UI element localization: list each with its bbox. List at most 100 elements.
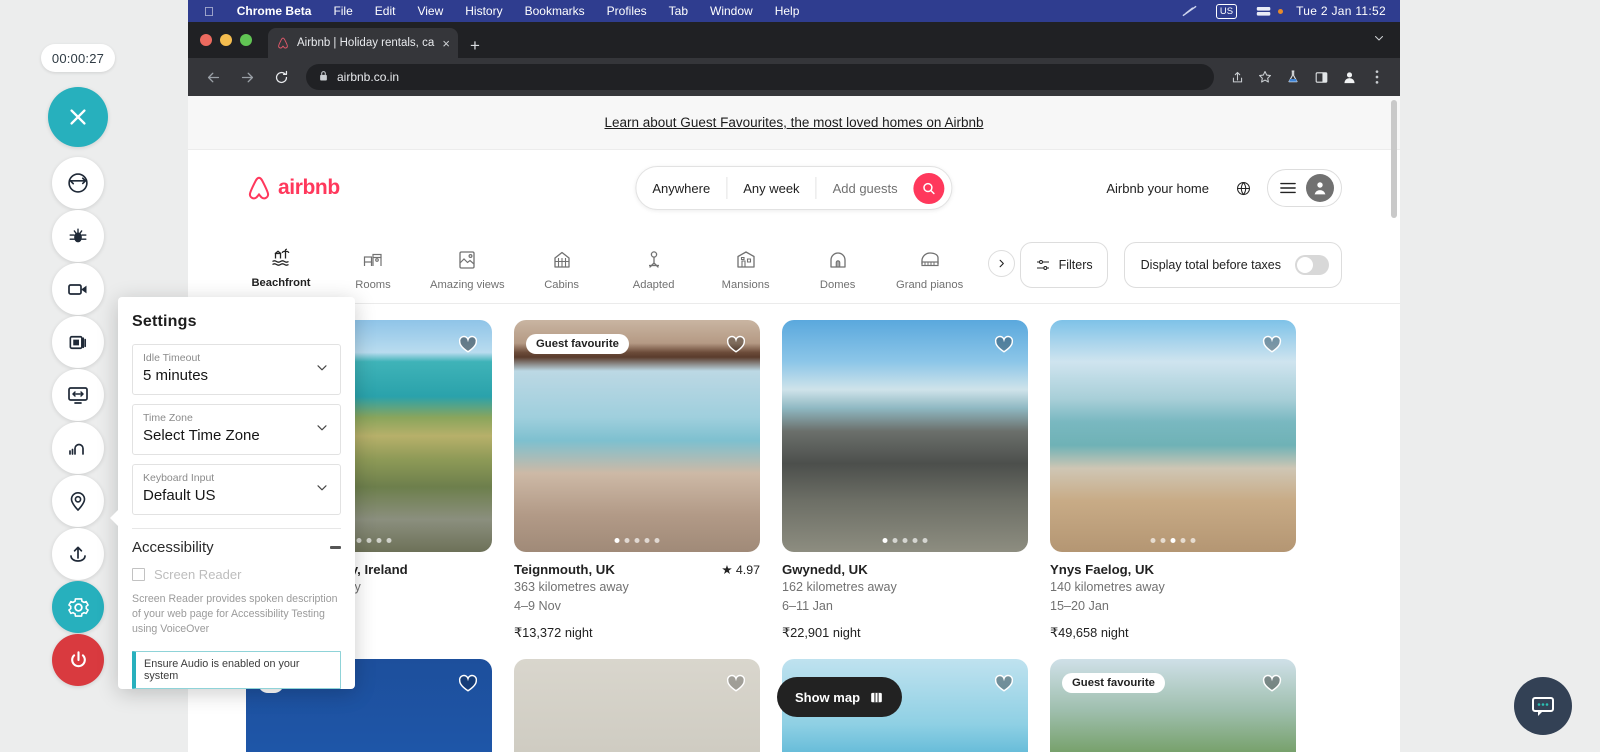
category-cabins[interactable]: Cabins <box>527 240 597 303</box>
menubar-clock[interactable]: Tue 2 Jan 11:52 <box>1292 4 1392 18</box>
category-domes[interactable]: Domes <box>803 240 873 303</box>
favourite-heart-icon[interactable] <box>1261 672 1283 699</box>
search-when[interactable]: Any week <box>727 181 815 196</box>
category-scroller[interactable]: Beachfront Rooms <box>246 238 990 303</box>
menu-item-view[interactable]: View <box>406 4 454 18</box>
screenshot-button[interactable] <box>52 316 104 368</box>
show-map-button[interactable]: Show map <box>777 677 902 717</box>
reload-button[interactable] <box>266 62 296 92</box>
address-bar[interactable]: airbnb.co.in <box>306 64 1214 90</box>
close-tab-button[interactable]: × <box>442 37 450 50</box>
taxes-switch[interactable] <box>1295 255 1329 275</box>
screen-reader-checkbox-row[interactable]: Screen Reader <box>132 567 341 582</box>
upload-file-button[interactable] <box>52 528 104 580</box>
battery-icon[interactable] <box>1246 5 1292 18</box>
airbnb-your-home-link[interactable]: Airbnb your home <box>1096 173 1219 204</box>
tab-search-chevron-down-icon[interactable] <box>1372 31 1386 50</box>
menu-item-history[interactable]: History <box>454 4 513 18</box>
category-grand-pianos[interactable]: Grand pianos <box>895 240 965 303</box>
menu-item-profiles[interactable]: Profiles <box>596 4 658 18</box>
geolocation-button[interactable] <box>52 475 104 527</box>
forward-button[interactable] <box>232 62 262 92</box>
apple-logo-icon[interactable]:  <box>196 5 226 18</box>
listing-image[interactable] <box>514 659 760 752</box>
favourite-heart-icon[interactable] <box>725 333 747 360</box>
category-mansions[interactable]: Mansions <box>711 240 781 303</box>
carousel-dots[interactable] <box>1151 538 1196 543</box>
power-off-button[interactable] <box>52 634 104 686</box>
menu-item-chrome-beta[interactable]: Chrome Beta <box>226 4 323 18</box>
carousel-dots[interactable] <box>615 538 660 543</box>
carousel-dots[interactable] <box>883 538 928 543</box>
idle-timeout-select[interactable]: Idle Timeout 5 minutes <box>132 344 341 395</box>
listing-image[interactable] <box>1050 320 1296 552</box>
listing-card[interactable]: Gwynedd, UK 162 kilometres away 6–11 Jan… <box>782 320 1028 641</box>
bookmark-star-icon[interactable] <box>1252 64 1278 90</box>
input-source-indicator[interactable]: US <box>1207 4 1246 19</box>
favourite-heart-icon[interactable] <box>993 672 1015 699</box>
new-tab-button[interactable]: + <box>458 37 490 58</box>
listing-card[interactable] <box>514 659 760 752</box>
experiments-flask-icon[interactable] <box>1280 64 1306 90</box>
address-bar-url: airbnb.co.in <box>337 70 399 84</box>
report-bug-button[interactable] <box>52 210 104 262</box>
listing-image[interactable]: Guest favourite <box>514 320 760 552</box>
support-chat-button[interactable] <box>1514 677 1572 735</box>
listing-image[interactable] <box>782 320 1028 552</box>
listing-card[interactable]: Guest favourite Teignmouth, UK ★ 4.97 36… <box>514 320 760 641</box>
maximize-window-button[interactable] <box>240 34 252 46</box>
filters-button[interactable]: Filters <box>1020 242 1108 288</box>
resize-screen-button[interactable] <box>52 369 104 421</box>
favourite-heart-icon[interactable] <box>457 672 479 699</box>
record-video-button[interactable] <box>52 263 104 315</box>
favourite-heart-icon[interactable] <box>725 672 747 699</box>
search-who[interactable]: Add guests <box>817 181 914 196</box>
language-globe-button[interactable] <box>1227 172 1259 204</box>
favourite-heart-icon[interactable] <box>1261 333 1283 360</box>
category-rooms[interactable]: Rooms <box>338 240 408 303</box>
favourite-heart-icon[interactable] <box>457 333 479 360</box>
wifi-off-icon[interactable] <box>1172 4 1207 18</box>
listing-card[interactable]: Ynys Faelog, UK 140 kilometres away 15–2… <box>1050 320 1296 641</box>
menu-item-bookmarks[interactable]: Bookmarks <box>514 4 596 18</box>
listing-card[interactable]: Guest favourite <box>1050 659 1296 752</box>
share-icon[interactable] <box>1224 64 1250 90</box>
profile-menu-button[interactable] <box>1267 169 1342 207</box>
browser-tab-airbnb[interactable]: Airbnb | Holiday rentals, cabin × <box>268 28 458 58</box>
search-submit-button[interactable] <box>914 173 945 204</box>
close-session-button[interactable] <box>48 87 108 147</box>
page-scrollbar[interactable] <box>1391 100 1397 218</box>
airbnb-logo[interactable]: airbnb <box>246 175 340 201</box>
network-throttle-button[interactable] <box>52 422 104 474</box>
keyboard-input-select[interactable]: Keyboard Input Default US <box>132 464 341 515</box>
close-window-button[interactable] <box>200 34 212 46</box>
menu-item-file[interactable]: File <box>322 4 363 18</box>
search-bar[interactable]: Anywhere Any week Add guests <box>635 166 952 210</box>
screen-reader-checkbox[interactable] <box>132 568 145 581</box>
back-button[interactable] <box>198 62 228 92</box>
profile-avatar-icon[interactable] <box>1336 64 1362 90</box>
search-where[interactable]: Anywhere <box>636 181 726 196</box>
refresh-session-button[interactable] <box>52 157 104 209</box>
display-total-before-taxes-toggle[interactable]: Display total before taxes <box>1124 242 1342 288</box>
collapse-minus-icon[interactable] <box>330 546 341 549</box>
menu-item-window[interactable]: Window <box>699 4 764 18</box>
settings-panel[interactable]: Settings Idle Timeout 5 minutes Time Zon… <box>118 297 355 689</box>
accessibility-section-header[interactable]: Accessibility <box>132 539 341 556</box>
chrome-menu-icon[interactable] <box>1364 64 1390 90</box>
settings-button[interactable] <box>52 581 104 633</box>
listing-image[interactable]: Guest favourite <box>1050 659 1296 752</box>
category-adapted[interactable]: Adapted <box>619 240 689 303</box>
minimize-window-button[interactable] <box>220 34 232 46</box>
side-panel-icon[interactable] <box>1308 64 1334 90</box>
time-zone-select[interactable]: Time Zone Select Time Zone <box>132 404 341 455</box>
category-houseboats[interactable]: Houseboats <box>987 240 990 303</box>
category-beachfront[interactable]: Beachfront <box>246 238 316 303</box>
menu-item-edit[interactable]: Edit <box>364 4 407 18</box>
guest-favourites-link[interactable]: Learn about Guest Favourites, the most l… <box>605 115 984 130</box>
menu-item-tab[interactable]: Tab <box>658 4 699 18</box>
menu-item-help[interactable]: Help <box>764 4 811 18</box>
category-next-button[interactable] <box>988 250 1015 277</box>
favourite-heart-icon[interactable] <box>993 333 1015 360</box>
category-amazing-views[interactable]: Amazing views <box>430 240 505 303</box>
